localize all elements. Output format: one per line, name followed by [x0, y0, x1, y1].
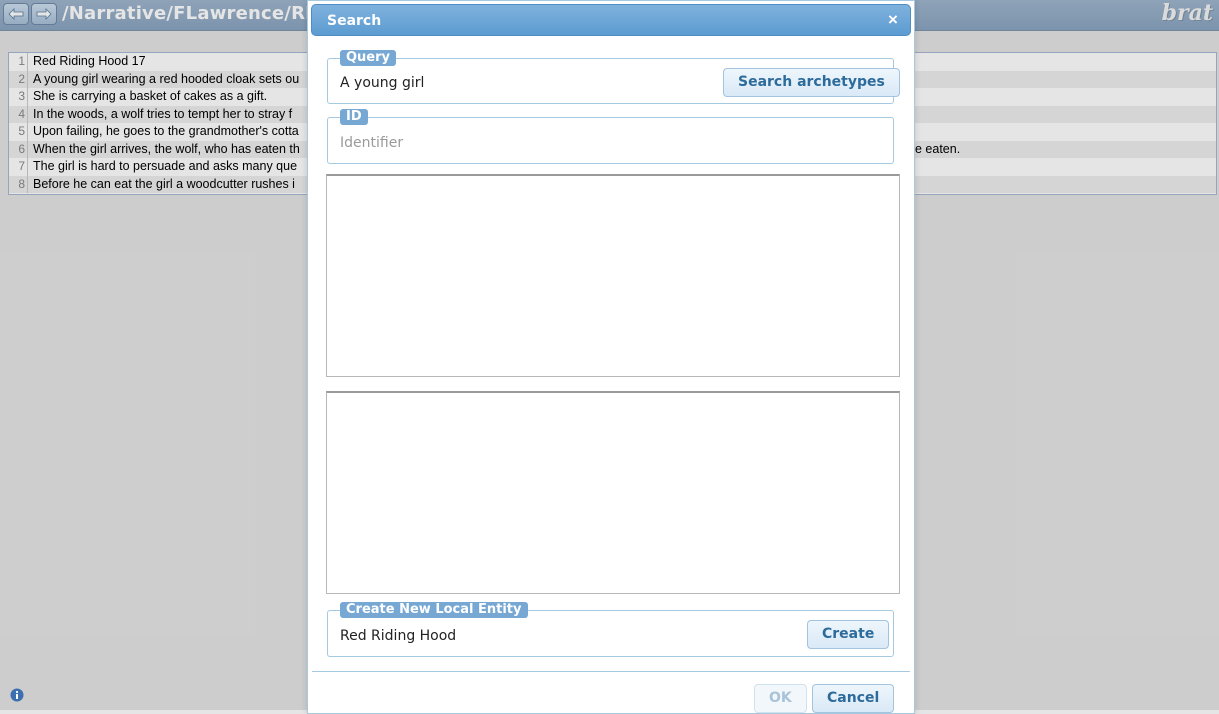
entity-name-input[interactable] [340, 626, 790, 646]
query-input[interactable] [340, 73, 710, 93]
search-dialog: Search × Query Search archetypes ID Crea… [307, 0, 915, 714]
ok-button[interactable]: OK [754, 684, 807, 713]
query-legend: Query [340, 50, 397, 66]
entity-details-box[interactable] [326, 391, 900, 594]
id-group: ID [327, 109, 894, 164]
dialog-footer-divider [312, 671, 910, 672]
identifier-input[interactable] [340, 133, 880, 153]
search-results-box[interactable] [326, 174, 900, 377]
create-button[interactable]: Create [807, 620, 890, 649]
create-entity-group: Create New Local Entity Create [327, 602, 894, 657]
search-archetypes-button[interactable]: Search archetypes [723, 68, 900, 97]
info-icon[interactable] [10, 688, 24, 707]
dialog-titlebar[interactable]: Search × [311, 4, 911, 36]
cancel-button[interactable]: Cancel [812, 684, 895, 713]
dialog-title: Search [327, 13, 382, 29]
create-entity-legend: Create New Local Entity [340, 602, 528, 618]
close-icon[interactable]: × [884, 10, 902, 30]
query-group: Query Search archetypes [327, 50, 900, 104]
id-legend: ID [340, 109, 368, 125]
